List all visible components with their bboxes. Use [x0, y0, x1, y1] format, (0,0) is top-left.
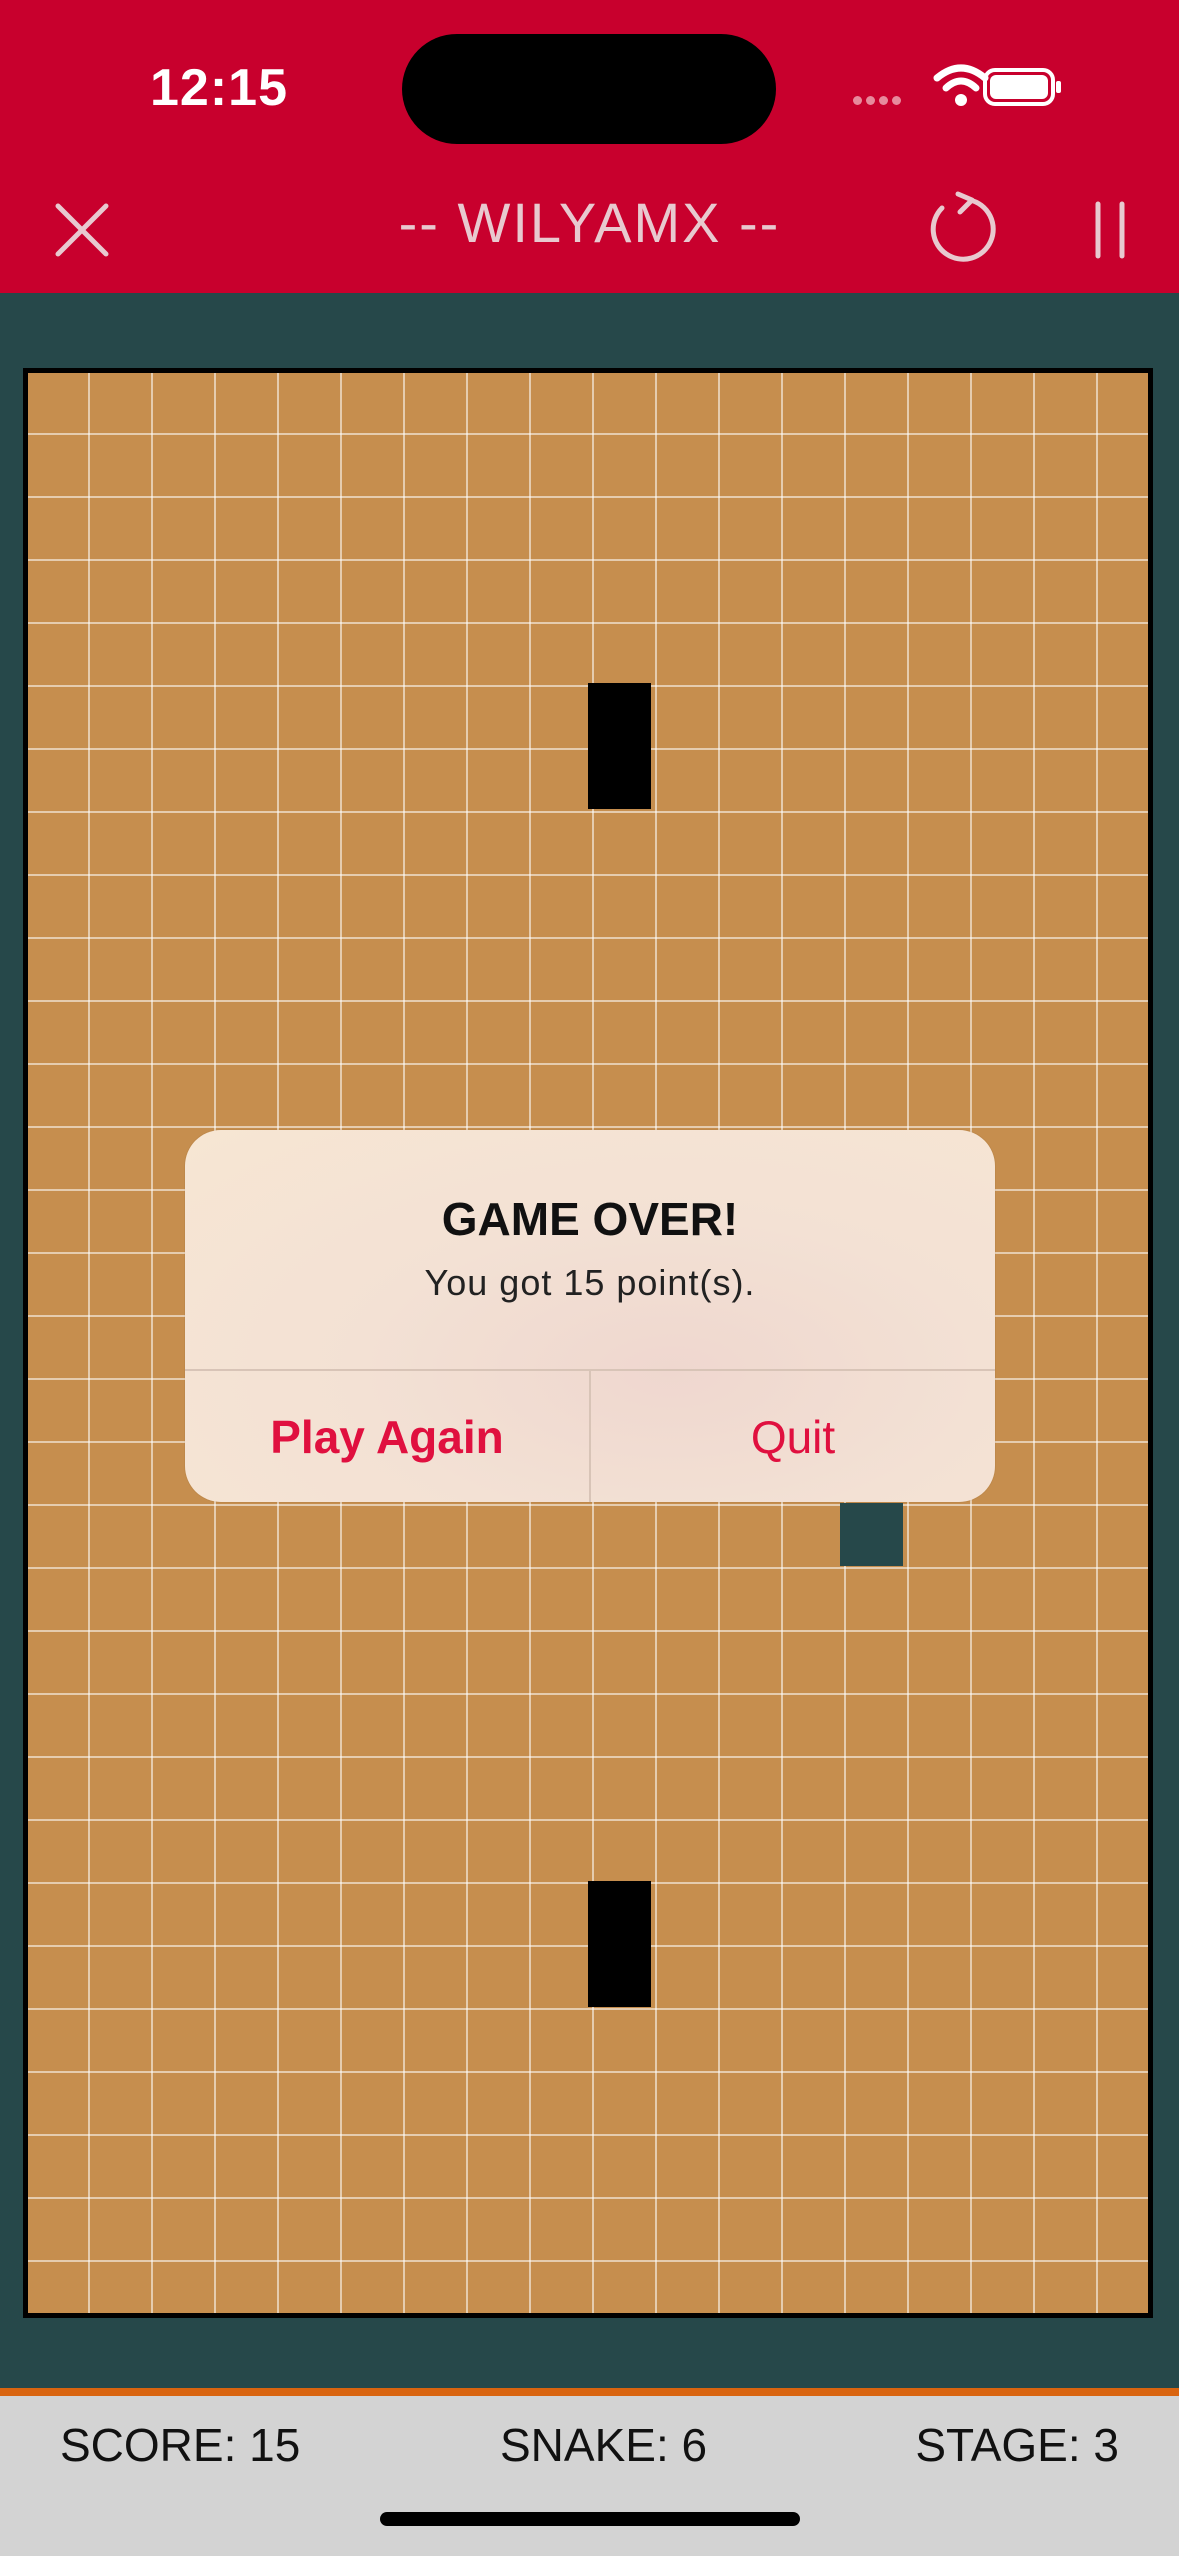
snake-segment [840, 1503, 903, 1566]
wall-block-top [588, 683, 651, 809]
status-time: 12:15 [150, 59, 288, 117]
home-indicator[interactable] [380, 2512, 800, 2526]
restart-icon[interactable] [920, 190, 1000, 270]
play-again-button[interactable]: Play Again [185, 1371, 589, 1502]
game-over-dialog: GAME OVER! You got 15 point(s). Play Aga… [185, 1130, 995, 1502]
dynamic-island [402, 34, 776, 144]
battery-icon [983, 68, 1061, 106]
quit-button[interactable]: Quit [591, 1371, 995, 1502]
top-bar: 12:15 -- WILYAMX -- [0, 0, 1179, 293]
score-label: SCORE: 15 [60, 2419, 301, 2471]
snake-length-label: SNAKE: 6 [500, 2419, 708, 2471]
stats-bar: SCORE: 15 SNAKE: 6 STAGE: 3 [0, 2388, 1179, 2556]
wall-block-bottom [588, 1881, 651, 2007]
pause-icon[interactable] [1070, 190, 1150, 270]
dialog-title: GAME OVER! [441, 1193, 739, 1245]
game-title: -- WILYAMX -- [398, 191, 781, 254]
stage-label: STAGE: 3 [915, 2419, 1119, 2471]
close-icon[interactable] [42, 190, 122, 270]
cellular-signal-icon [853, 92, 915, 105]
dialog-message: You got 15 point(s). [424, 1262, 756, 1303]
wifi-icon [933, 64, 989, 106]
